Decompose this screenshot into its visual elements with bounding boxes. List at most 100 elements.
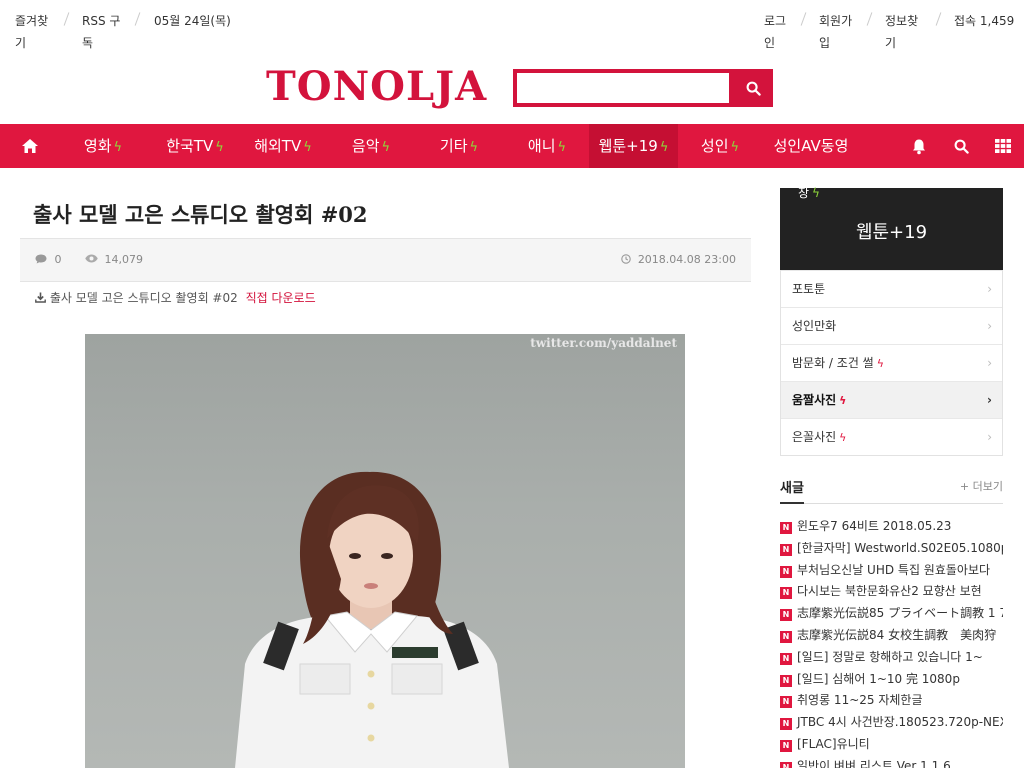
post-title: 부처님오신날 UHD 특집 원효돌아보다 [797, 562, 991, 577]
post-datetime: 2018.04.08 23:00 [621, 253, 736, 266]
new-badge-icon: N [780, 761, 792, 768]
rss-link[interactable]: RSS 구독 [82, 10, 126, 54]
search-icon [954, 139, 969, 154]
nav-item-movie[interactable]: 영화 ϟ [64, 124, 142, 168]
new-posts-title: 새글 [780, 477, 804, 504]
article-photo: twitter.com/yaddalnet [85, 334, 685, 768]
nav-item-adult[interactable]: 성인 ϟ [680, 124, 760, 168]
nav-item-foreign-tv[interactable]: 해외TV ϟ [240, 124, 326, 168]
bolt-icon: ϟ [839, 394, 847, 407]
search-input[interactable] [513, 69, 733, 107]
nav-label: 영화 [83, 137, 112, 155]
direct-download-link[interactable]: 직접 다운로드 [246, 291, 316, 305]
list-item[interactable]: N 부처님오신날 UHD 특집 원효돌아보다 [780, 560, 1003, 582]
nav-item-korean-tv[interactable]: 한국TV ϟ [152, 124, 238, 168]
nav-label: 성인AV동영 [773, 137, 849, 155]
sidebar-item-label: 은꼴사진 [792, 430, 837, 444]
new-badge-icon: N [780, 565, 792, 578]
list-item[interactable]: N [FLAC]유니티 [780, 734, 1003, 756]
download-icon [35, 292, 46, 303]
search-icon [746, 81, 761, 96]
login-link[interactable]: 로그인 [764, 10, 792, 54]
chevron-right-icon: › [987, 282, 992, 296]
post-title: JTBC 4시 사건반장.180523.720p-NEX [797, 715, 1003, 730]
bolt-icon: ϟ [876, 357, 884, 370]
sidebar-item-label: 성인만화 [792, 319, 837, 333]
favorites-link[interactable]: 즐겨찾기 [15, 10, 57, 54]
list-item[interactable]: N [일드] 심해어 1~10 完 1080p [780, 669, 1003, 691]
nav-item-anime[interactable]: 애니 ϟ [504, 124, 590, 168]
new-badge-icon: N [780, 587, 792, 600]
bolt-icon: ϟ [839, 431, 847, 444]
menu-grid-button[interactable] [984, 124, 1022, 168]
new-posts-list: N 윈도우7 64비트 2018.05.23 N [한글자막] Westworld.… [780, 516, 1003, 768]
list-item[interactable]: N 일반이 벼벼 리스트 Ver 1.1.6 [780, 756, 1003, 768]
list-item[interactable]: N [한글자막] Westworld.S02E05.1080p. [780, 538, 1003, 560]
nav-label: 해외TV [254, 137, 302, 155]
list-item[interactable]: N 윈도우7 64비트 2018.05.23 [780, 516, 1003, 538]
nav-label: 한국TV [166, 137, 214, 155]
bolt-icon: ϟ [303, 140, 312, 155]
nav-item-music[interactable]: 음악 ϟ [328, 124, 414, 168]
new-badge-icon: N [780, 630, 792, 643]
nav-label: 기타 [439, 137, 468, 155]
sidebar-item-adult-comic[interactable]: 성인만화 › [781, 307, 1002, 344]
post-title: 취영롱 11~25 자체한글 [797, 693, 923, 708]
more-link[interactable]: + 더보기 [960, 478, 1003, 494]
bolt-icon: ϟ [381, 140, 391, 155]
sidebar-item-label: 움짤사진 [792, 393, 837, 407]
attachment-name[interactable]: 출사 모델 고은 스튜디오 촬영회 #02 [50, 291, 238, 305]
chevron-right-icon: › [987, 319, 992, 333]
new-badge-icon: N [780, 652, 792, 665]
separator [134, 12, 141, 26]
bolt-icon: ϟ [469, 140, 479, 155]
list-item[interactable]: N 志摩紫光伝説84 女校生調教 美肉狩 [780, 625, 1003, 647]
sidebar-category-header: 창ϟ 웹툰+19 [780, 186, 1003, 270]
nav-search-button[interactable] [942, 124, 980, 168]
comment-icon [35, 254, 47, 264]
list-item[interactable]: N JTBC 4시 사건반장.180523.720p-NEX [780, 712, 1003, 734]
sidebar-item-photo[interactable]: 은꼴사진 ϟ › [781, 418, 1002, 455]
bolt-icon: ϟ [812, 186, 820, 200]
list-item[interactable]: N 취영롱 11~25 자체한글 [780, 690, 1003, 712]
notification-button[interactable] [900, 124, 938, 168]
join-link[interactable]: 회원가입 [819, 10, 861, 54]
home-button[interactable] [8, 124, 52, 168]
nav-label: 웹툰+19 [598, 137, 658, 155]
nav-item-webtoon[interactable]: 웹툰+19 ϟ [589, 124, 678, 168]
nav-item-etc[interactable]: 기타 ϟ [416, 124, 502, 168]
search-button[interactable] [733, 69, 773, 107]
separator [63, 12, 70, 26]
post-title: [일드] 정말로 항해하고 있습니다 1~ [797, 649, 983, 664]
comment-count: 0 [35, 253, 62, 266]
new-badge-icon: N [780, 609, 792, 622]
top-utility-bar: 즐겨찾기 RSS 구독 05월 24일(목) 로그인 회원가입 정보찾기 접속 … [0, 0, 1024, 60]
sidebar-item-gif[interactable]: 움짤사진 ϟ › [781, 381, 1002, 418]
chevron-right-icon: › [987, 393, 992, 407]
bell-icon [913, 139, 925, 154]
nav-label: 음악 [351, 137, 380, 155]
attachment-row: 출사 모델 고은 스튜디오 촬영회 #02 직접 다운로드 [35, 289, 316, 306]
new-badge-icon: N [780, 522, 792, 534]
post-title: 윈도우7 64비트 2018.05.23 [797, 519, 952, 533]
article-meta: 0 14,079 2018.04.08 23:00 [20, 238, 751, 282]
site-logo[interactable]: TONOLJA [266, 64, 487, 110]
sidebar-item-phototoon[interactable]: 포토툰 › [781, 270, 1002, 307]
sidebar-item-label: 밤문화 / 조건 썰 [792, 356, 874, 370]
post-title: [일드] 심해어 1~10 完 1080p [797, 671, 960, 686]
list-item[interactable]: N [일드] 정말로 항해하고 있습니다 1~ [780, 647, 1003, 669]
nav-label: 성인 [700, 137, 729, 155]
find-info-link[interactable]: 정보찾기 [885, 10, 927, 54]
new-badge-icon: N [780, 739, 792, 752]
bolt-icon: ϟ [113, 140, 123, 155]
list-item[interactable]: N 다시보는 북한문화유산2 묘향산 보현 [780, 581, 1003, 603]
new-posts-header: 새글 + 더보기 [780, 476, 1003, 504]
new-badge-icon: N [780, 718, 792, 731]
model-photo-illustration [235, 471, 509, 768]
list-item[interactable]: N 志摩紫光伝説85 プライベート調教 1 7 [780, 603, 1003, 625]
sidebar-item-label: 포토툰 [792, 282, 826, 296]
nav-item-adult-av[interactable]: 성인AV동영 [764, 124, 858, 168]
sidebar-item-nightlife[interactable]: 밤문화 / 조건 썰 ϟ › [781, 344, 1002, 381]
post-title: [FLAC]유니티 [797, 736, 870, 751]
bolt-icon: ϟ [730, 140, 740, 155]
